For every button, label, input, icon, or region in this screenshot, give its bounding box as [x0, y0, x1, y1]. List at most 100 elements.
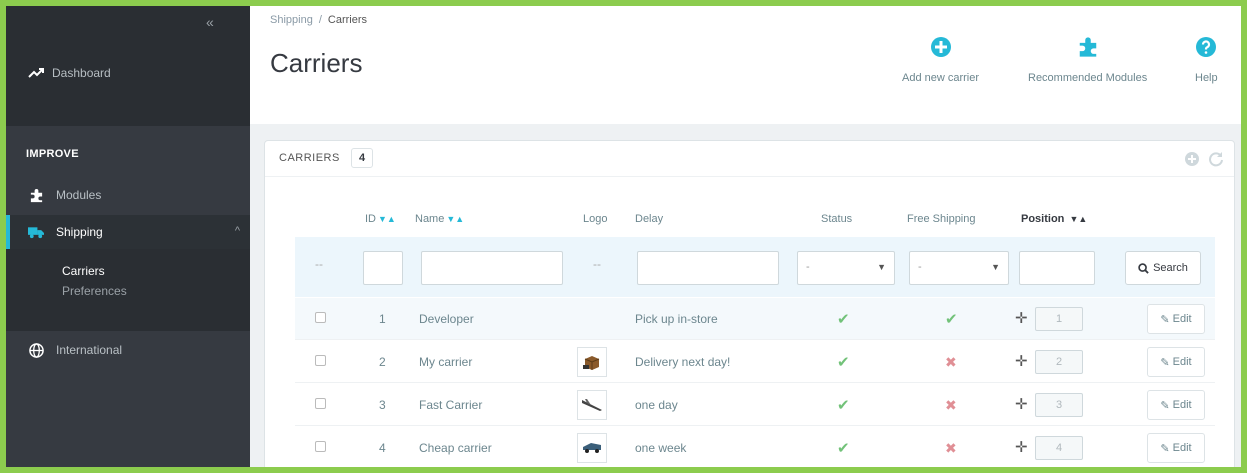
sidebar-item-dashboard[interactable]: Dashboard	[28, 66, 111, 80]
pencil-icon: ✎	[1160, 356, 1170, 369]
toolbar-label: Help	[1195, 72, 1218, 84]
puzzle-icon	[28, 187, 44, 203]
plus-circle-icon	[930, 37, 951, 57]
status-enabled-icon[interactable]: ✔	[837, 396, 850, 414]
drag-handle-icon[interactable]: ✛	[1015, 438, 1028, 456]
cell-id: 2	[379, 355, 386, 369]
table-row: 4 Cheap carrier one week ✔ ✖ ✛ 4 ✎ Edit	[295, 427, 1215, 467]
carrier-logo-truck-icon	[577, 433, 607, 463]
carrier-count-badge: 4	[351, 148, 373, 168]
column-header-delay: Delay	[635, 213, 664, 225]
search-label: Search	[1153, 262, 1188, 274]
sidebar-item-modules[interactable]: Modules	[6, 178, 250, 212]
sidebar-item-label: Shipping	[56, 225, 103, 239]
breadcrumb: Shipping / Carriers	[270, 14, 367, 26]
row-checkbox[interactable]	[315, 312, 326, 323]
breadcrumb-current: Carriers	[327, 14, 368, 26]
free-shipping-yes-icon[interactable]: ✔	[945, 310, 958, 328]
collapse-sidebar-icon[interactable]: «	[206, 14, 214, 30]
carrier-logo-box-icon	[577, 347, 607, 377]
edit-button[interactable]: ✎ Edit	[1147, 347, 1205, 377]
sort-icon[interactable]: ▼▲	[446, 214, 464, 224]
chevron-up-icon: ^	[234, 225, 240, 237]
add-circle-icon[interactable]	[1184, 151, 1200, 167]
sidebar-subitem-carriers[interactable]: Carriers	[62, 264, 105, 278]
cell-name[interactable]: Cheap carrier	[419, 441, 492, 455]
recommended-modules-button[interactable]: Recommended Modules	[1028, 36, 1147, 84]
edit-label: Edit	[1172, 442, 1192, 454]
sidebar-submenu-shipping: Carriers Preferences	[6, 249, 250, 331]
sidebar-item-label: Dashboard	[52, 66, 111, 80]
caret-down-icon: ▼	[991, 262, 1000, 272]
refresh-icon[interactable]	[1208, 151, 1224, 167]
free-shipping-no-icon[interactable]: ✖	[945, 397, 957, 414]
status-enabled-icon[interactable]: ✔	[837, 439, 850, 457]
row-checkbox[interactable]	[315, 355, 326, 366]
toolbar-label: Recommended Modules	[1028, 72, 1148, 84]
panel-heading: CARRIERS 4	[265, 141, 1234, 177]
filter-id-input[interactable]	[363, 251, 403, 285]
sidebar-item-international[interactable]: International	[6, 333, 250, 367]
sidebar-item-label: Modules	[56, 188, 102, 202]
table-row: 2 My carrier Delivery next day! ✔ ✖ ✛ 2 …	[295, 341, 1215, 383]
edit-label: Edit	[1172, 399, 1192, 411]
cell-id: 1	[379, 312, 386, 326]
pencil-icon: ✎	[1160, 442, 1170, 455]
filter-row: -- -- - ▼ - ▼ Search	[295, 237, 1215, 297]
select-value: -	[918, 261, 922, 273]
drag-handle-icon[interactable]: ✛	[1015, 395, 1028, 413]
cell-name[interactable]: My carrier	[419, 355, 472, 369]
edit-button[interactable]: ✎ Edit	[1147, 433, 1205, 463]
column-header-id[interactable]: ID ▼▲	[365, 213, 396, 225]
free-shipping-no-icon[interactable]: ✖	[945, 354, 957, 371]
status-enabled-icon[interactable]: ✔	[837, 310, 850, 328]
cell-delay: Pick up in-store	[635, 312, 718, 326]
search-icon	[1138, 262, 1149, 274]
row-checkbox[interactable]	[315, 441, 326, 452]
sidebar-subitem-preferences[interactable]: Preferences	[62, 284, 127, 298]
pencil-icon: ✎	[1160, 313, 1170, 326]
column-label: ID	[365, 213, 376, 225]
column-header-logo: Logo	[583, 213, 608, 225]
sort-icon[interactable]: ▼▲	[378, 214, 396, 224]
sort-icon[interactable]: ▼▲	[1069, 214, 1087, 224]
status-enabled-icon[interactable]: ✔	[837, 353, 850, 371]
sidebar: « Dashboard IMPROVE Modules Shipping ^ C…	[6, 6, 250, 467]
column-header-free-shipping: Free Shipping	[907, 213, 976, 225]
breadcrumb-separator: /	[318, 14, 322, 26]
free-shipping-no-icon[interactable]: ✖	[945, 440, 957, 457]
trending-up-icon	[28, 68, 44, 78]
edit-button[interactable]: ✎ Edit	[1147, 304, 1205, 334]
cell-name[interactable]: Fast Carrier	[419, 398, 482, 412]
help-button[interactable]: Help	[1195, 36, 1218, 84]
carriers-panel: CARRIERS 4 ID ▼▲ Name ▼▲ Logo Delay Status…	[264, 140, 1235, 467]
breadcrumb-shipping[interactable]: Shipping	[270, 14, 313, 26]
filter-placeholder: --	[315, 257, 323, 271]
position-field: 2	[1035, 350, 1083, 374]
sidebar-item-label: International	[56, 343, 123, 357]
cell-name[interactable]: Developer	[419, 312, 474, 326]
select-value: -	[806, 261, 810, 273]
pencil-icon: ✎	[1160, 399, 1170, 412]
edit-label: Edit	[1172, 313, 1192, 325]
edit-button[interactable]: ✎ Edit	[1147, 390, 1205, 420]
add-new-carrier-button[interactable]: Add new carrier	[902, 36, 979, 84]
row-checkbox[interactable]	[315, 398, 326, 409]
drag-handle-icon[interactable]: ✛	[1015, 352, 1028, 370]
position-field: 3	[1035, 393, 1083, 417]
sidebar-item-shipping[interactable]: Shipping ^	[6, 215, 250, 249]
drag-handle-icon[interactable]: ✛	[1015, 309, 1028, 327]
column-label: Position	[1021, 213, 1065, 225]
table-row: 3 Fast Carrier one day ✔ ✖ ✛ 3 ✎ Edit	[295, 384, 1215, 426]
filter-delay-input[interactable]	[637, 251, 779, 285]
filter-position-input[interactable]	[1019, 251, 1095, 285]
filter-free-shipping-select[interactable]: - ▼	[909, 251, 1009, 285]
position-field: 1	[1035, 307, 1083, 331]
search-button[interactable]: Search	[1125, 251, 1201, 285]
filter-name-input[interactable]	[421, 251, 563, 285]
column-header-name[interactable]: Name ▼▲	[415, 213, 464, 225]
column-header-position[interactable]: Position ▼▲	[1021, 213, 1087, 225]
position-field: 4	[1035, 436, 1083, 460]
filter-status-select[interactable]: - ▼	[797, 251, 895, 285]
cell-id: 4	[379, 441, 386, 455]
